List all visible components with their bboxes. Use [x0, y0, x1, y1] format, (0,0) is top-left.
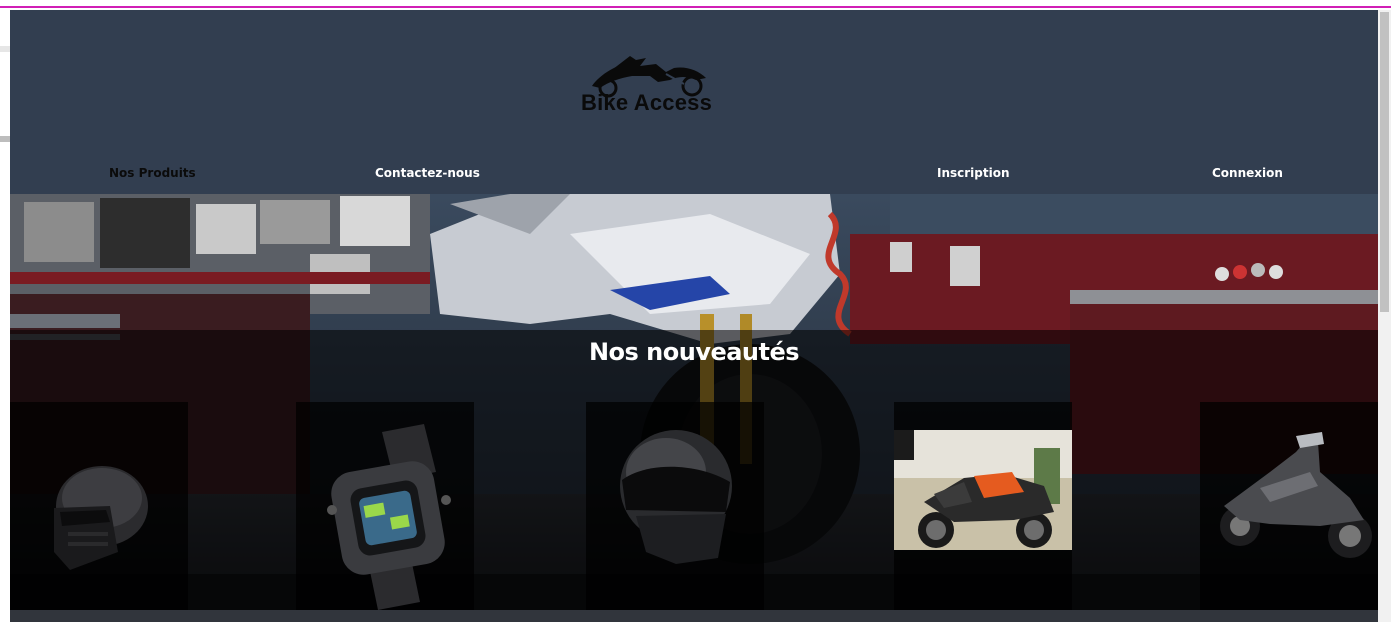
nav-contactez-nous[interactable]: Contactez-nous: [375, 166, 480, 180]
news-section-title: Nos nouveautés: [588, 338, 800, 366]
full-face-helmet-icon: [620, 430, 732, 564]
digital-watch-icon: [327, 424, 451, 610]
top-accent-border: [0, 6, 1391, 8]
adventure-motorcycle-icon: [894, 430, 1072, 550]
gutter-mark: [0, 46, 10, 52]
left-gutter: [0, 8, 10, 622]
nav-inscription[interactable]: Inscription: [937, 166, 1010, 180]
scrollbar-thumb[interactable]: [1380, 12, 1389, 312]
hero-banner: Nos nouveautés: [10, 194, 1378, 622]
product-card-helmet-modular[interactable]: [10, 402, 188, 610]
nav-nos-produits[interactable]: Nos Produits: [109, 166, 196, 180]
page-scrollbar[interactable]: [1378, 10, 1391, 622]
product-card-adventure-motorcycle[interactable]: [894, 402, 1072, 610]
product-card-helmet-full-face[interactable]: [586, 402, 764, 610]
site-header: Bike Access Nos Produits Contactez-nous …: [10, 10, 1378, 194]
maxi-scooter-icon: [1220, 432, 1372, 558]
modular-helmet-icon: [54, 466, 148, 570]
gutter-mark: [0, 136, 10, 142]
page: Bike Access Nos Produits Contactez-nous …: [10, 10, 1378, 622]
product-card-maxi-scooter[interactable]: [1200, 402, 1378, 610]
nav-connexion[interactable]: Connexion: [1212, 166, 1283, 180]
brand-name: Bike Access: [581, 90, 713, 115]
product-card-watch[interactable]: [296, 402, 474, 610]
